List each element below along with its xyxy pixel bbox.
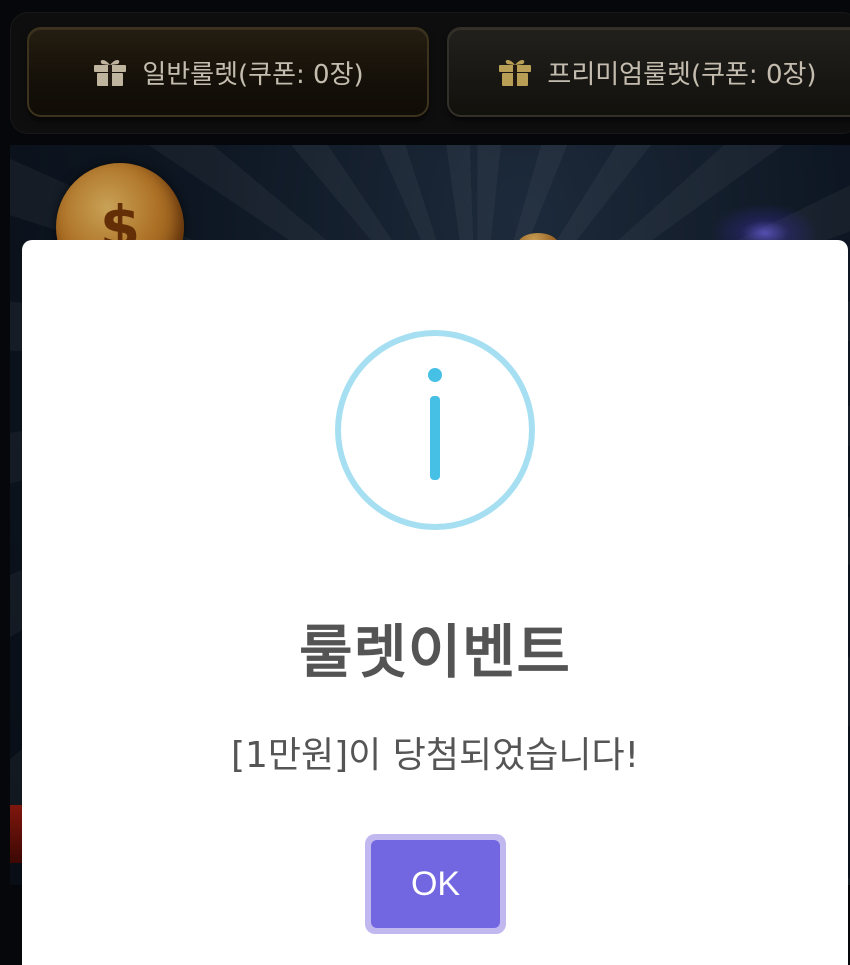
info-icon-dot [428, 368, 442, 382]
ok-button-focus-ring: OK [365, 834, 506, 934]
info-icon [335, 330, 535, 530]
dialog-message: [1만원]이 당첨되었습니다! [230, 735, 640, 776]
alert-dialog: 룰렛이벤트 [1만원]이 당첨되었습니다! OK [22, 240, 848, 965]
info-icon-bar [430, 396, 440, 480]
ok-button[interactable]: OK [371, 840, 500, 928]
roulette-page: 일반룰렛(쿠폰: 0장) 프리미엄룰렛(쿠폰: 0장) $ 룰렛이벤트 [1만원… [0, 0, 850, 965]
dialog-title: 룰렛이벤트 [299, 618, 571, 686]
